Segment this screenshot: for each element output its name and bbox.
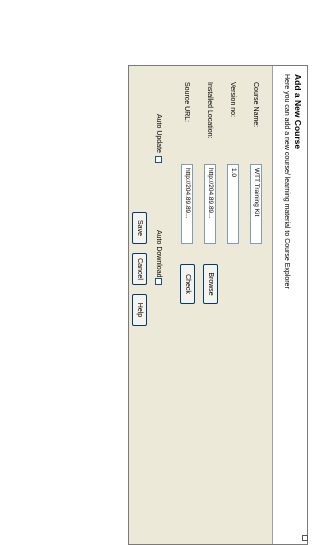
installed-location-label: Installed Location:	[206, 82, 213, 139]
check-button[interactable]: Check	[180, 264, 195, 304]
course-name-field[interactable]: WTT Training Kit	[250, 164, 262, 244]
auto-update-label: Auto Update	[155, 114, 162, 153]
add-course-dialog: Add a New Course Here you can add a new …	[128, 65, 308, 545]
installed-location-field[interactable]: http://204.89.89...	[204, 164, 216, 244]
cancel-button[interactable]: Cancel	[132, 253, 147, 285]
auto-download-label: Auto Download	[155, 230, 162, 278]
version-label: Version no:	[229, 82, 236, 118]
course-name-label: Course Name:	[252, 82, 259, 128]
help-button[interactable]: Help	[132, 294, 147, 326]
save-button[interactable]: Save	[132, 212, 147, 244]
auto-update-checkbox[interactable]	[155, 156, 162, 163]
dialog-subtitle: Here you can add a new course/ learning …	[283, 74, 290, 289]
source-url-field[interactable]: http://204.89.89...	[181, 164, 193, 244]
dialog-title: Add a New Course	[293, 74, 303, 150]
close-icon[interactable]	[302, 535, 308, 541]
source-url-label: Source URL:	[183, 82, 190, 123]
auto-download-checkbox[interactable]	[155, 278, 162, 285]
dialog-header: Add a New Course Here you can add a new …	[272, 66, 307, 544]
browse-button[interactable]: Browse	[203, 264, 218, 304]
version-field[interactable]: 1.0	[227, 164, 239, 244]
